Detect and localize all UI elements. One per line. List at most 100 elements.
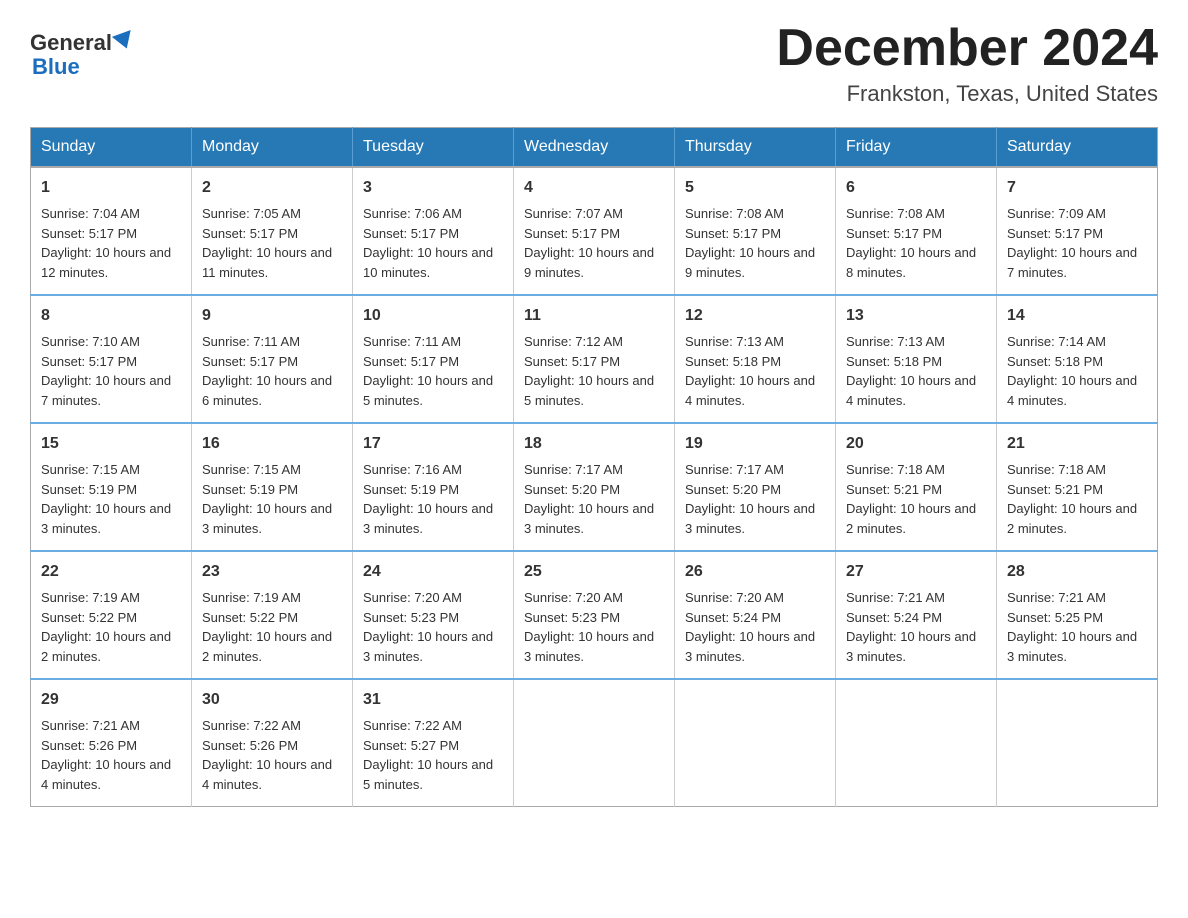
day-number: 5	[685, 176, 825, 200]
table-row	[836, 679, 997, 807]
calendar-week-row: 29 Sunrise: 7:21 AM Sunset: 5:26 PM Dayli…	[31, 679, 1158, 807]
header-friday: Friday	[836, 128, 997, 168]
day-number: 12	[685, 304, 825, 328]
day-number: 2	[202, 176, 342, 200]
day-number: 4	[524, 176, 664, 200]
table-row: 2Sunrise: 7:05 AM Sunset: 5:17 PM Daylig…	[192, 167, 353, 295]
day-number: 22	[41, 560, 181, 584]
header-monday: Monday	[192, 128, 353, 168]
day-number: 25	[524, 560, 664, 584]
table-row: 5Sunrise: 7:08 AM Sunset: 5:17 PM Daylig…	[675, 167, 836, 295]
day-number: 30	[202, 688, 342, 712]
table-row: 23Sunrise: 7:19 AM Sunset: 5:22 PM Dayli…	[192, 551, 353, 679]
day-number: 26	[685, 560, 825, 584]
day-info: Sunrise: 7:22 AM Sunset: 5:27 PM Dayligh…	[363, 718, 493, 792]
day-number: 29	[41, 688, 181, 712]
day-number: 20	[846, 432, 986, 456]
page-header: General Blue December 2024 Frankston, Te…	[30, 20, 1158, 107]
day-info: Sunrise: 7:12 AM Sunset: 5:17 PM Dayligh…	[524, 334, 654, 408]
day-number: 6	[846, 176, 986, 200]
day-number: 31	[363, 688, 503, 712]
table-row: 9Sunrise: 7:11 AM Sunset: 5:17 PM Daylig…	[192, 295, 353, 423]
table-row: 21 Sunrise: 7:18 AM Sunset: 5:21 PM Dayli…	[997, 423, 1158, 551]
title-area: December 2024 Frankston, Texas, United S…	[776, 20, 1158, 107]
calendar-header: Sunday Monday Tuesday Wednesday Thursday…	[31, 128, 1158, 168]
day-number: 18	[524, 432, 664, 456]
day-number: 19	[685, 432, 825, 456]
table-row: 22 Sunrise: 7:19 AM Sunset: 5:22 PM Dayli…	[31, 551, 192, 679]
day-number: 16	[202, 432, 342, 456]
day-number: 7	[1007, 176, 1147, 200]
logo-blue-text: Blue	[32, 54, 80, 79]
day-number: 24	[363, 560, 503, 584]
table-row: 31 Sunrise: 7:22 AM Sunset: 5:27 PM Dayli…	[353, 679, 514, 807]
calendar-table: Sunday Monday Tuesday Wednesday Thursday…	[30, 127, 1158, 807]
day-info: Sunrise: 7:21 AM Sunset: 5:24 PM Dayligh…	[846, 590, 976, 664]
day-number: 28	[1007, 560, 1147, 584]
day-number: 21	[1007, 432, 1147, 456]
table-row: 20 Sunrise: 7:18 AM Sunset: 5:21 PM Dayli…	[836, 423, 997, 551]
header-wednesday: Wednesday	[514, 128, 675, 168]
day-info: Sunrise: 7:21 AM Sunset: 5:26 PM Dayligh…	[41, 718, 171, 792]
day-number: 23	[202, 560, 342, 584]
table-row: 24 Sunrise: 7:20 AM Sunset: 5:23 PM Dayli…	[353, 551, 514, 679]
day-info: Sunrise: 7:13 AM Sunset: 5:18 PM Dayligh…	[685, 334, 815, 408]
day-info: Sunrise: 7:11 AM Sunset: 5:17 PM Dayligh…	[363, 334, 493, 408]
day-info: Sunrise: 7:18 AM Sunset: 5:21 PM Dayligh…	[1007, 462, 1137, 536]
day-number: 10	[363, 304, 503, 328]
table-row: 27Sunrise: 7:21 AM Sunset: 5:24 PM Dayli…	[836, 551, 997, 679]
header-sunday: Sunday	[31, 128, 192, 168]
table-row: 28 Sunrise: 7:21 AM Sunset: 5:25 PM Dayli…	[997, 551, 1158, 679]
table-row: 29 Sunrise: 7:21 AM Sunset: 5:26 PM Dayli…	[31, 679, 192, 807]
day-info: Sunrise: 7:20 AM Sunset: 5:23 PM Dayligh…	[363, 590, 493, 664]
table-row: 11 Sunrise: 7:12 AM Sunset: 5:17 PM Dayli…	[514, 295, 675, 423]
table-row: 30 Sunrise: 7:22 AM Sunset: 5:26 PM Dayli…	[192, 679, 353, 807]
table-row: 8 Sunrise: 7:10 AM Sunset: 5:17 PM Daylig…	[31, 295, 192, 423]
day-info: Sunrise: 7:14 AM Sunset: 5:18 PM Dayligh…	[1007, 334, 1137, 408]
table-row: 18Sunrise: 7:17 AM Sunset: 5:20 PM Dayli…	[514, 423, 675, 551]
day-info: Sunrise: 7:07 AM Sunset: 5:17 PM Dayligh…	[524, 206, 654, 280]
table-row	[675, 679, 836, 807]
table-row: 15Sunrise: 7:15 AM Sunset: 5:19 PM Dayli…	[31, 423, 192, 551]
day-info: Sunrise: 7:15 AM Sunset: 5:19 PM Dayligh…	[41, 462, 171, 536]
day-info: Sunrise: 7:16 AM Sunset: 5:19 PM Dayligh…	[363, 462, 493, 536]
day-number: 11	[524, 304, 664, 328]
header-thursday: Thursday	[675, 128, 836, 168]
day-number: 8	[41, 304, 181, 328]
table-row: 26Sunrise: 7:20 AM Sunset: 5:24 PM Dayli…	[675, 551, 836, 679]
location-subtitle: Frankston, Texas, United States	[776, 81, 1158, 107]
day-info: Sunrise: 7:19 AM Sunset: 5:22 PM Dayligh…	[41, 590, 171, 664]
page-title: December 2024	[776, 20, 1158, 77]
day-info: Sunrise: 7:21 AM Sunset: 5:25 PM Dayligh…	[1007, 590, 1137, 664]
table-row	[514, 679, 675, 807]
table-row: 12 Sunrise: 7:13 AM Sunset: 5:18 PM Dayli…	[675, 295, 836, 423]
logo-triangle-icon	[112, 30, 136, 52]
calendar-body: 1Sunrise: 7:04 AM Sunset: 5:17 PM Daylig…	[31, 167, 1158, 807]
header-tuesday: Tuesday	[353, 128, 514, 168]
day-info: Sunrise: 7:17 AM Sunset: 5:20 PM Dayligh…	[685, 462, 815, 536]
day-info: Sunrise: 7:18 AM Sunset: 5:21 PM Dayligh…	[846, 462, 976, 536]
table-row: 10 Sunrise: 7:11 AM Sunset: 5:17 PM Dayli…	[353, 295, 514, 423]
day-info: Sunrise: 7:06 AM Sunset: 5:17 PM Dayligh…	[363, 206, 493, 280]
day-number: 13	[846, 304, 986, 328]
table-row: 7Sunrise: 7:09 AM Sunset: 5:17 PM Daylig…	[997, 167, 1158, 295]
header-saturday: Saturday	[997, 128, 1158, 168]
header-row: Sunday Monday Tuesday Wednesday Thursday…	[31, 128, 1158, 168]
day-info: Sunrise: 7:13 AM Sunset: 5:18 PM Dayligh…	[846, 334, 976, 408]
day-info: Sunrise: 7:20 AM Sunset: 5:23 PM Dayligh…	[524, 590, 654, 664]
calendar-week-row: 1Sunrise: 7:04 AM Sunset: 5:17 PM Daylig…	[31, 167, 1158, 295]
day-info: Sunrise: 7:08 AM Sunset: 5:17 PM Dayligh…	[846, 206, 976, 280]
calendar-week-row: 15Sunrise: 7:15 AM Sunset: 5:19 PM Dayli…	[31, 423, 1158, 551]
table-row: 6 Sunrise: 7:08 AM Sunset: 5:17 PM Daylig…	[836, 167, 997, 295]
table-row: 17Sunrise: 7:16 AM Sunset: 5:19 PM Dayli…	[353, 423, 514, 551]
day-info: Sunrise: 7:10 AM Sunset: 5:17 PM Dayligh…	[41, 334, 171, 408]
day-number: 3	[363, 176, 503, 200]
logo: General Blue	[30, 20, 134, 80]
table-row: 16Sunrise: 7:15 AM Sunset: 5:19 PM Dayli…	[192, 423, 353, 551]
table-row	[997, 679, 1158, 807]
day-number: 1	[41, 176, 181, 200]
table-row: 14Sunrise: 7:14 AM Sunset: 5:18 PM Dayli…	[997, 295, 1158, 423]
logo-general-text: General	[30, 30, 112, 56]
table-row: 1Sunrise: 7:04 AM Sunset: 5:17 PM Daylig…	[31, 167, 192, 295]
day-info: Sunrise: 7:22 AM Sunset: 5:26 PM Dayligh…	[202, 718, 332, 792]
